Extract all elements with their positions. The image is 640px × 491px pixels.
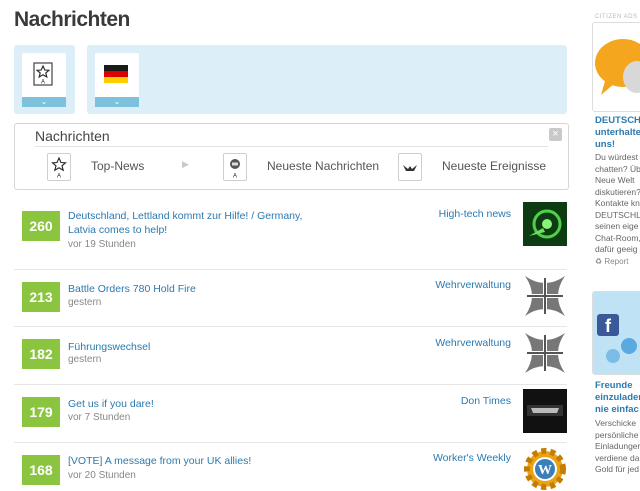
menu-item-latest-news[interactable]: Neueste Nachrichten	[267, 159, 379, 173]
news-menu: Nachrichten × A Top-News ▶ A Neueste Nac…	[14, 123, 569, 190]
news-time: vor 19 Stunden	[68, 239, 136, 250]
menu-item-top-news[interactable]: Top-News	[91, 159, 144, 173]
top-news-icon: A	[33, 62, 53, 86]
news-title-link[interactable]: Get us if you dare!	[68, 397, 308, 411]
separator-arrow-icon: ▶	[182, 159, 189, 169]
news-row: 213 Battle Orders 780 Hold Fire gestern …	[14, 269, 567, 327]
news-title-link[interactable]: Battle Orders 780 Hold Fire	[68, 282, 308, 296]
newspaper-avatar[interactable]	[523, 331, 567, 375]
news-title-link[interactable]: Deutschland, Lettland kommt zur Hilfe! /…	[68, 209, 308, 237]
country-dropdown[interactable]: ⌄	[95, 53, 139, 107]
news-time: vor 7 Stunden	[68, 412, 131, 423]
chat-bubbles-icon	[593, 23, 640, 111]
ad-heading[interactable]: Freunde einzuladen nie einfac	[595, 380, 640, 416]
news-row: 260 Deutschland, Lettland kommt zur Hilf…	[14, 197, 567, 270]
news-type-filter: A ⌄	[14, 45, 75, 114]
news-row: 179 Get us if you dare! vor 7 Stunden Do…	[14, 385, 567, 443]
ad-heading[interactable]: DEUTSCH unterhalte uns!	[595, 115, 640, 151]
latest-news-icon[interactable]: A	[223, 153, 247, 181]
germany-flag-icon	[104, 65, 128, 83]
vote-score: 182	[22, 339, 60, 369]
svg-text:A: A	[41, 80, 45, 86]
svg-text:A: A	[233, 174, 237, 180]
ad-text: Verschicke persönliche Einladunger verdi…	[595, 418, 640, 474]
chevron-down-icon[interactable]: ⌄	[95, 97, 139, 107]
svg-text:f: f	[605, 316, 612, 336]
report-link[interactable]: ♻ Report	[595, 257, 628, 266]
newspaper-link[interactable]: High-tech news	[439, 208, 511, 220]
vote-score: 179	[22, 397, 60, 427]
svg-text:W: W	[538, 463, 552, 478]
citizen-ads-sidebar: CITIZEN ADS DEUTSCH unterhalte uns! Du w…	[578, 0, 640, 480]
news-time: gestern	[68, 354, 102, 365]
country-filter: ⌄	[87, 45, 567, 114]
vote-score: 213	[22, 282, 60, 312]
latest-events-icon[interactable]	[398, 153, 422, 181]
newspaper-link[interactable]: Don Times	[461, 395, 511, 407]
newspaper-avatar[interactable]	[523, 202, 567, 246]
news-title-link[interactable]: [VOTE] A message from your UK allies!	[68, 454, 308, 468]
svg-text:A: A	[57, 174, 61, 180]
menu-item-latest-events[interactable]: Neueste Ereignisse	[442, 159, 546, 173]
newspaper-link[interactable]: Wehrverwaltung	[435, 279, 511, 291]
close-icon[interactable]: ×	[549, 128, 562, 141]
ads-label: CITIZEN ADS	[595, 14, 638, 20]
news-time: vor 20 Stunden	[68, 470, 136, 481]
news-time: gestern	[68, 297, 102, 308]
ad-text: Du würdest chatten? Üb Neue Welt diskuti…	[595, 152, 640, 254]
menu-title: Nachrichten	[35, 128, 110, 144]
vote-score: 168	[22, 455, 60, 485]
divider	[35, 146, 548, 147]
report-icon: ♻	[595, 257, 603, 266]
newspaper-link[interactable]: Wehrverwaltung	[435, 337, 511, 349]
news-row: 182 Führungswechsel gestern Wehrverwaltu…	[14, 327, 567, 385]
vote-score: 260	[22, 211, 60, 241]
news-type-dropdown[interactable]: A ⌄	[22, 53, 66, 107]
chevron-down-icon[interactable]: ⌄	[22, 97, 66, 107]
top-news-icon[interactable]: A	[47, 153, 71, 181]
newspaper-avatar[interactable]	[523, 274, 567, 318]
newspaper-link[interactable]: Worker's Weekly	[433, 452, 511, 464]
news-row: 168 [VOTE] A message from your UK allies…	[14, 443, 567, 490]
newspaper-avatar[interactable]: W	[523, 447, 567, 491]
news-title-link[interactable]: Führungswechsel	[68, 340, 308, 354]
page-title: Nachrichten	[14, 8, 130, 31]
newspaper-avatar[interactable]	[523, 389, 567, 433]
social-network-icon: f	[593, 292, 640, 374]
ad-image[interactable]: f	[592, 291, 640, 375]
ad-image[interactable]	[592, 22, 640, 112]
